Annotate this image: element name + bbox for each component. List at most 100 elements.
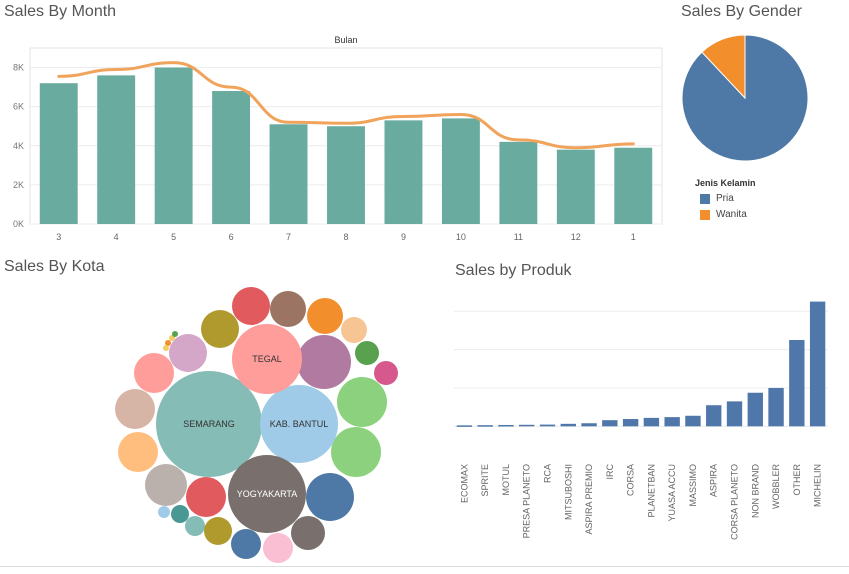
month-bar — [269, 124, 308, 224]
month-xtick-label: 8 — [343, 232, 348, 242]
city-bubble-label: KAB. BANTUL — [270, 419, 329, 429]
city-bubble — [204, 517, 232, 545]
city-bubble — [331, 427, 381, 477]
produk-bar — [768, 387, 784, 427]
city-bubble-label: YOGYAKARTA — [237, 489, 298, 499]
produk-bar — [747, 392, 763, 427]
city-bubble — [306, 473, 354, 521]
month-ytick-label: 8K — [13, 63, 24, 73]
legend-item-wanita: Wanita — [700, 209, 747, 220]
produk-xtick-label: ASPIRA — [709, 464, 719, 497]
city-bubble — [201, 310, 239, 348]
month-bar — [556, 149, 595, 224]
produk-bar — [726, 401, 743, 427]
produk-xtick-label: ECOMAX — [459, 464, 469, 503]
legend-label-pria: Pria — [716, 193, 734, 204]
produk-bar — [664, 417, 680, 427]
city-bubble — [172, 331, 178, 337]
city-bubble — [263, 533, 293, 563]
produk-bar — [560, 423, 576, 427]
month-bar — [614, 147, 653, 224]
produk-bar — [456, 425, 473, 427]
month-xtick-label: 9 — [401, 232, 406, 242]
produk-xtick-label: RCA — [543, 464, 553, 483]
legend-label-wanita: Wanita — [716, 209, 747, 220]
month-xtick-label: 12 — [571, 232, 581, 242]
legend-item-pria: Pria — [700, 193, 734, 204]
month-bar — [327, 126, 365, 224]
city-bubble — [171, 505, 189, 523]
city-bubble — [163, 345, 169, 351]
sales-by-month-title: Sales By Month — [4, 3, 117, 20]
sales-by-gender-pie — [681, 34, 809, 162]
produk-bar — [622, 419, 639, 427]
legend-swatch-wanita — [700, 209, 710, 220]
produk-xtick-label: OTHER — [792, 463, 802, 495]
produk-bar — [581, 423, 597, 427]
produk-xtick-label: MOTUL — [501, 464, 511, 496]
city-bubble-label: SEMARANG — [183, 419, 235, 429]
produk-bar — [685, 415, 701, 427]
city-bubble — [134, 353, 174, 393]
gender-legend-title: Jenis Kelamin — [695, 178, 756, 188]
month-xtick-label: 5 — [171, 232, 176, 242]
city-bubble — [341, 317, 367, 343]
month-bar — [212, 91, 251, 224]
month-bar — [384, 120, 423, 224]
produk-xtick-label: CORSA — [626, 464, 636, 496]
city-bubble — [291, 516, 325, 550]
month-ytick-label: 2K — [13, 180, 24, 190]
month-header-label: Bulan — [334, 35, 357, 45]
city-bubble — [145, 464, 187, 506]
month-xtick-label: 4 — [114, 232, 119, 242]
produk-xtick-label: NON BRAND — [750, 464, 760, 519]
produk-xtick-label: MITSUBOSHI — [563, 464, 573, 520]
sales-by-gender-title: Sales By Gender — [681, 3, 802, 20]
city-bubble — [307, 298, 343, 334]
city-bubble — [297, 335, 351, 389]
produk-bar — [477, 425, 493, 427]
produk-bar — [539, 424, 556, 427]
produk-xtick-label: CORSA PLANETO — [730, 464, 740, 540]
month-xtick-label: 3 — [56, 232, 61, 242]
city-bubble — [118, 432, 158, 472]
city-bubble — [270, 291, 306, 327]
sales-by-kota-title: Sales By Kota — [4, 258, 105, 275]
produk-xtick-label: MASSIMO — [688, 464, 698, 507]
city-bubble — [337, 377, 387, 427]
month-bar — [499, 141, 538, 224]
bottom-divider — [0, 566, 849, 567]
month-xtick-label: 11 — [514, 232, 523, 242]
produk-xtick-label: WOBBLER — [771, 464, 781, 510]
city-bubble — [115, 389, 155, 429]
sales-by-kota-bubble-chart: SEMARANG KAB. BANTUL TEGAL YOGYAKARTA — [115, 287, 398, 563]
month-ytick-label: 6K — [13, 102, 24, 112]
produk-bar — [789, 339, 805, 427]
produk-bar — [519, 424, 535, 427]
produk-bar — [498, 424, 514, 427]
month-ytick-label: 0K — [13, 219, 24, 229]
month-xtick-label: 7 — [286, 232, 291, 242]
produk-bar — [706, 405, 722, 427]
produk-xtick-label: IRC — [605, 464, 615, 480]
sales-by-month-chart: Bulan 0K 2K 4K 6K 8K 3 4 5 6 7 8 9 10 11 12 1 — [13, 35, 663, 242]
city-bubble-label: TEGAL — [252, 354, 282, 364]
month-ytick-label: 4K — [13, 141, 24, 151]
produk-xtick-label: YUASA ACCU — [667, 464, 677, 522]
month-bar — [97, 75, 136, 224]
city-bubble — [158, 506, 170, 518]
city-bubble — [232, 287, 270, 325]
legend-swatch-pria — [700, 193, 710, 204]
month-bar — [39, 83, 78, 224]
produk-xtick-label: MICHELIN — [813, 464, 823, 507]
month-bar — [154, 67, 193, 224]
month-xtick-label: 1 — [631, 232, 636, 242]
produk-xtick-label: ASPIRA PREMIO — [584, 464, 594, 535]
produk-bar — [809, 301, 826, 427]
city-bubble — [186, 477, 226, 517]
city-bubble — [374, 361, 398, 385]
month-xtick-label: 6 — [229, 232, 234, 242]
sales-by-produk-chart: ECOMAX SPRITE MOTUL PRESA PLANETO RCA MITSUBO… — [454, 301, 828, 540]
city-bubble — [355, 341, 379, 365]
city-bubble — [185, 516, 205, 536]
